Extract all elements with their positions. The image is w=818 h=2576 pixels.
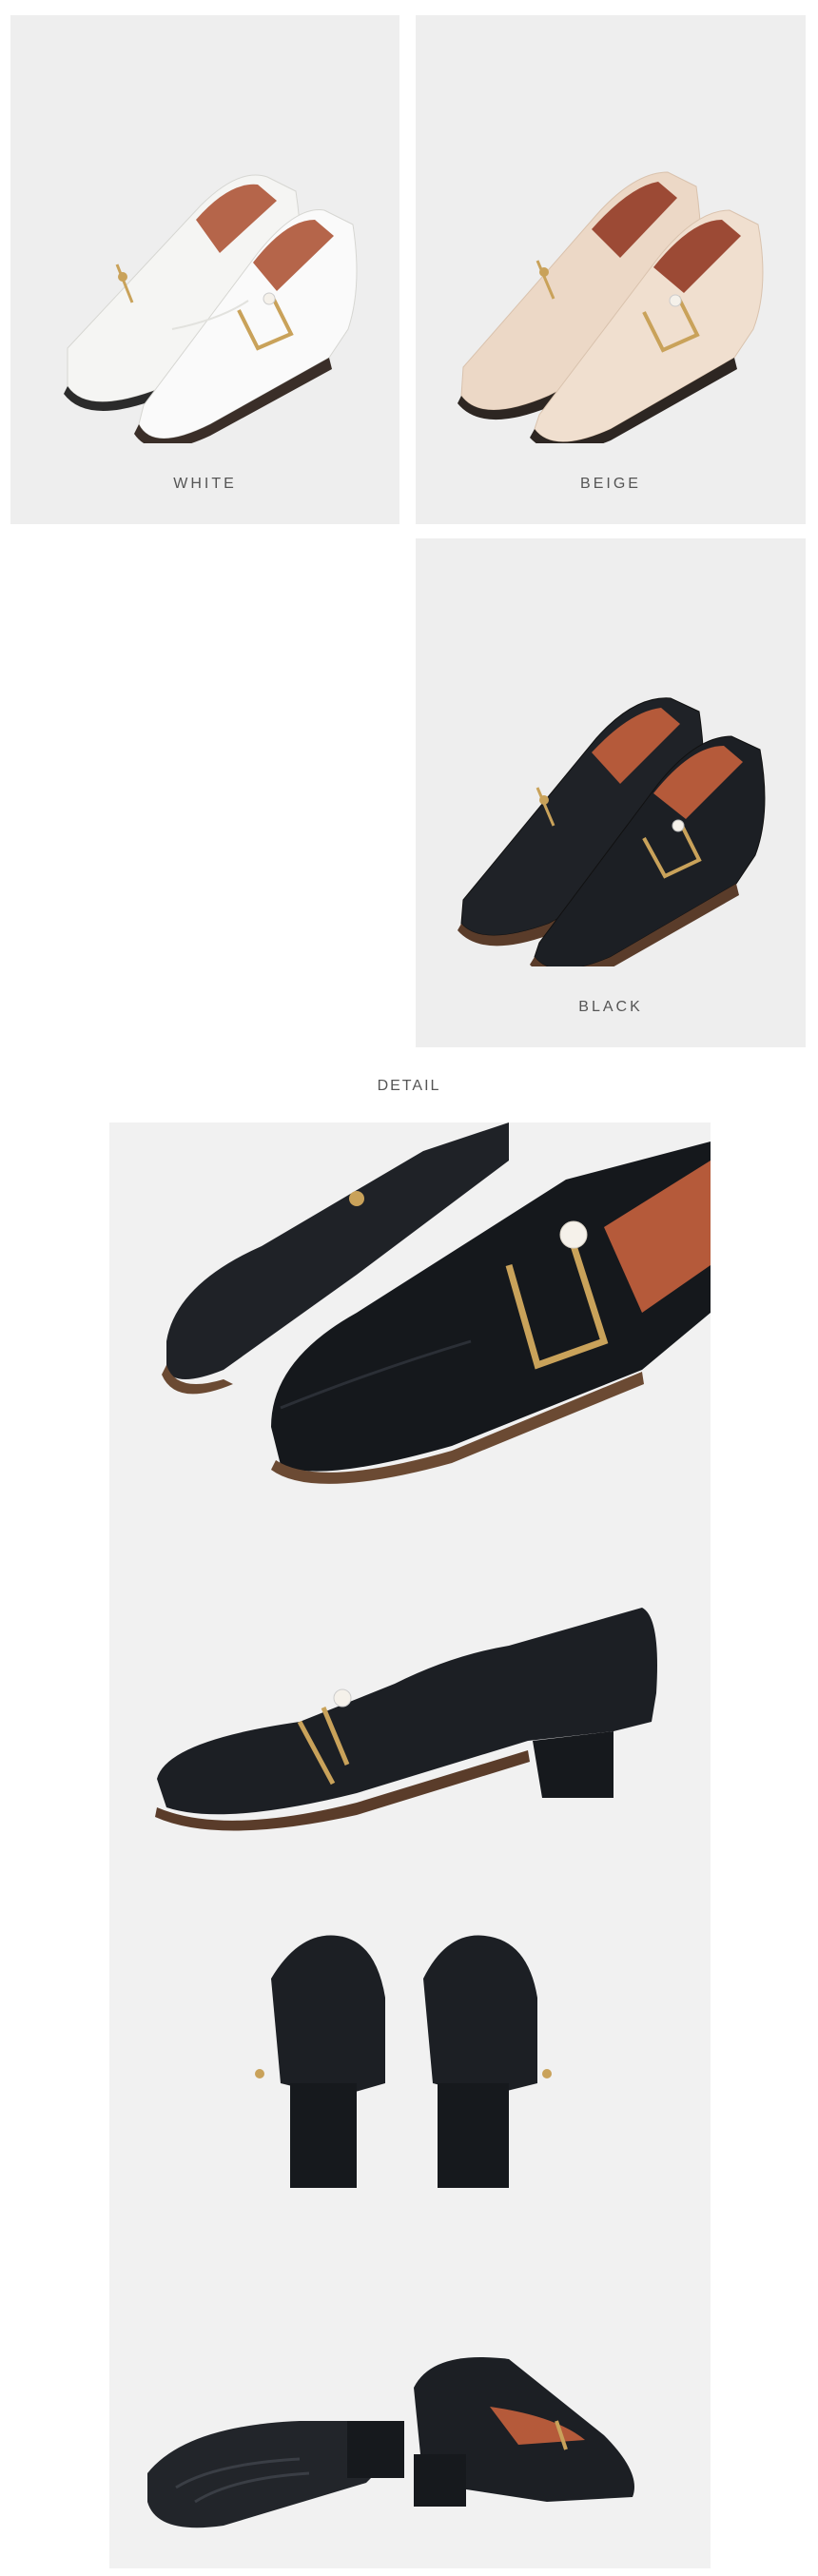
variant-tile-white[interactable]: WHITE — [10, 15, 399, 524]
white-loafer-image — [64, 174, 358, 443]
detail-heading: DETAIL — [377, 1078, 441, 1094]
black-loafer-image — [458, 697, 766, 966]
variant-label-white: WHITE — [173, 476, 237, 492]
variant-label-black: BLACK — [578, 999, 643, 1015]
detail-closeup-image — [162, 1122, 711, 1484]
detail-heel-back-image — [255, 1935, 552, 2188]
beige-loafer-image — [458, 171, 764, 443]
detail-photo-panel — [109, 1122, 711, 2568]
detail-sole-image — [147, 2357, 634, 2528]
detail-side-profile-image — [155, 1608, 657, 1831]
variant-label-beige: BEIGE — [580, 476, 641, 492]
variant-tile-beige[interactable]: BEIGE — [416, 15, 806, 524]
variant-tile-black[interactable]: BLACK — [416, 538, 806, 1047]
